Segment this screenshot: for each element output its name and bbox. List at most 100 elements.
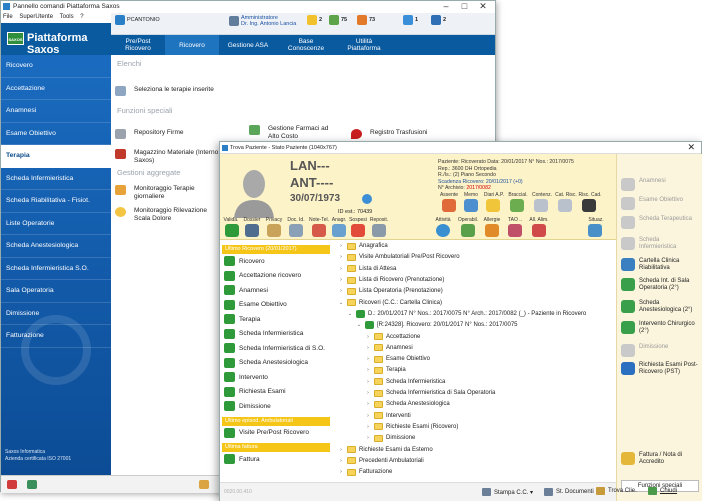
admin-indicator[interactable]: Amministratore Dr. Ing. Antonio Lancia [229,15,296,27]
rp-fattura[interactable]: Fattura / Nota di Accredito [621,452,691,466]
item-repository-firme[interactable]: Repository Firme [115,129,183,139]
allergie-icon[interactable] [485,224,499,237]
sidebar-item-anamnesi[interactable]: Anamnesi [1,100,111,123]
tree-node[interactable]: ⌄ D.: 20/01/2017 N° Nos.: 2017/0075 N° Ar… [347,309,586,318]
st-documenti-button[interactable]: St. Documenti [544,488,594,496]
chevron-right-icon[interactable]: › [338,277,344,283]
menu-tools[interactable]: Tools [60,14,74,20]
exit-icon[interactable] [7,480,17,489]
operabilita-icon[interactable] [461,224,475,237]
chevron-right-icon[interactable]: › [365,356,371,362]
rp-scheda-terapeutica[interactable]: Scheda Terapeutica [621,216,695,229]
chevron-right-icon[interactable]: › [365,435,371,441]
rp-dimissione[interactable]: Dimissione [621,344,668,357]
chiudi-button[interactable]: Chiudi [648,487,677,495]
refresh-icon[interactable] [27,480,37,489]
quick-item-terapia[interactable]: Terapia [222,312,330,327]
quick-item-intervento[interactable]: Intervento [222,370,330,385]
notif-folder[interactable]: 2 [307,15,322,25]
chevron-right-icon[interactable]: › [365,413,371,419]
chevron-right-icon[interactable]: › [365,379,371,385]
chevron-right-icon[interactable]: › [338,469,344,475]
tree-node[interactable]: › Scheda Anestesiologica [365,400,450,408]
situazione-icon[interactable] [588,224,602,237]
rp-esame-obiettivo[interactable]: Esame Obiettivo [621,197,683,210]
menu-help[interactable]: ? [80,14,83,20]
bracciale-icon[interactable] [510,199,524,212]
chevron-right-icon[interactable]: › [338,458,344,464]
tree-node[interactable]: › Scheda Infermieristica [365,378,445,386]
tab-pre-post-ricovero[interactable]: Pre/Post Ricovero [111,35,165,55]
minimize-icon[interactable]: – [438,1,454,11]
dossier-icon[interactable] [245,224,259,237]
chevron-right-icon[interactable]: › [365,390,371,396]
tree-node[interactable]: › Anagrafica [338,242,388,250]
tab-ricovero[interactable]: Ricovero [165,35,219,55]
validate-icon[interactable] [225,224,239,237]
quick-item-dimissione[interactable]: Dimissione [222,399,330,414]
quick-item-scheda-infermieristica-so[interactable]: Scheda Infermieristica di S.O. [222,341,330,356]
tree-node[interactable]: ⌄ [R:24328]. Ricovero: 20/01/2017 N° Nos.… [356,321,518,330]
quick-item-esame-obiettivo[interactable]: Esame Obiettivo [222,298,330,313]
diari-icon[interactable] [486,199,500,212]
rp-cartella-riabilitativa[interactable]: Cartella Clinica Riabilitativa [621,258,699,272]
close-icon[interactable]: ✕ [475,1,491,12]
chevron-right-icon[interactable]: ⌄ [356,322,362,328]
quick-item-visite[interactable]: Visite Pre/Post Ricovero [222,426,330,441]
tree-node[interactable]: › Esame Obiettivo [365,355,430,363]
quick-item-scheda-anestesiologica[interactable]: Scheda Anestesiologica [222,356,330,371]
chevron-right-icon[interactable]: ⌄ [338,300,344,306]
sidebar-item-terapia[interactable]: Terapia [1,145,111,168]
item-seleziona-terapie[interactable]: Seleziona le terapie inserite [115,86,214,96]
sidebar-item-ricovero[interactable]: Ricovero [1,55,111,78]
item-registro-trasfusioni[interactable]: Registro Trasfusioni [351,129,427,139]
quick-item-richiesta-esami[interactable]: Richiesta Esami [222,385,330,400]
tree-node[interactable]: › Interventi [365,412,411,420]
cat-rischio-icon[interactable] [558,199,572,212]
assente-icon[interactable] [442,199,456,212]
tab-base-conoscenze[interactable]: Base Conoscenze [277,35,335,55]
rp-scheda-sala-operatoria[interactable]: Scheda Int. di Sala Operatoria (2°) [621,278,701,292]
tree-node[interactable]: › Precedenti Ambulatoriali [338,457,424,465]
quick-item-fattura[interactable]: Fattura [222,452,330,467]
close-icon[interactable]: ✕ [687,142,695,153]
chevron-right-icon[interactable]: › [365,401,371,407]
tree-node[interactable]: › Richieste Esami da Esterno [338,445,433,454]
quick-item-accettazione[interactable]: Accettazione ricovero [222,269,330,284]
sidebar-item-liste-operatorie[interactable]: Liste Operatorie [1,213,111,235]
menu-file[interactable]: File [3,14,13,20]
quick-item-ricovero[interactable]: Ricovero [222,254,330,269]
privacy-icon[interactable] [267,224,281,237]
sidebar-item-esame-obiettivo[interactable]: Esame Obiettivo [1,123,111,145]
sospesi-icon[interactable] [351,224,365,237]
sidebar-item-accettazione[interactable]: Accettazione [1,78,111,100]
item-gestione-farmaci[interactable]: Gestione Farmaci ad Alto Costo [249,125,337,141]
rischio-caduta-icon[interactable] [582,199,596,212]
tree-node[interactable]: › Lista di Ricovero (Prenotazione) [338,276,444,284]
sidebar-item-scheda-anestesiologica[interactable]: Scheda Anestesiologica [1,235,111,258]
doc-id-icon[interactable] [289,224,303,237]
tree-node[interactable]: › Visite Ambulatoriali Pre/Post Ricovero [338,253,460,261]
rp-scheda-anestesiologica[interactable]: Scheda Anestesiologica (2°) [621,300,701,314]
tab-gestione-asa[interactable]: Gestione ASA [219,35,277,55]
tab-utilita-piattaforma[interactable]: Utilità Piattaforma [335,35,393,55]
anagrafica-icon[interactable] [332,224,346,237]
sidebar-item-scheda-riabilitativa[interactable]: Scheda Riabilitativa - Fisiot. [1,190,111,213]
chevron-right-icon[interactable]: › [365,424,371,430]
chevron-right-icon[interactable]: › [338,447,344,453]
notif-chart[interactable]: 2 [431,15,446,25]
maximize-icon[interactable]: □ [456,1,472,11]
rp-anamnesi[interactable]: Anamnesi [621,178,666,191]
tree-node[interactable]: › Dimissione [365,434,415,442]
repository-icon[interactable] [372,224,386,237]
notif-mail[interactable]: 1 [403,15,418,25]
sidebar-item-scheda-infermieristica[interactable]: Scheda Infermieristica [1,168,111,190]
item-monitoraggio-terapie[interactable]: Monitoraggio Terapie giornaliere [115,185,219,201]
chevron-right-icon[interactable]: › [365,345,371,351]
user-indicator[interactable]: PCANTONIO [115,15,160,25]
menu-superutente[interactable]: SuperUtente [19,14,53,20]
tao-icon[interactable] [508,224,522,237]
tree-node[interactable]: › Anamnesi [365,344,413,352]
rp-scheda-infermieristica[interactable]: Scheda Infermieristica [621,237,695,251]
tree-node[interactable]: › Fatturazione [338,468,392,476]
